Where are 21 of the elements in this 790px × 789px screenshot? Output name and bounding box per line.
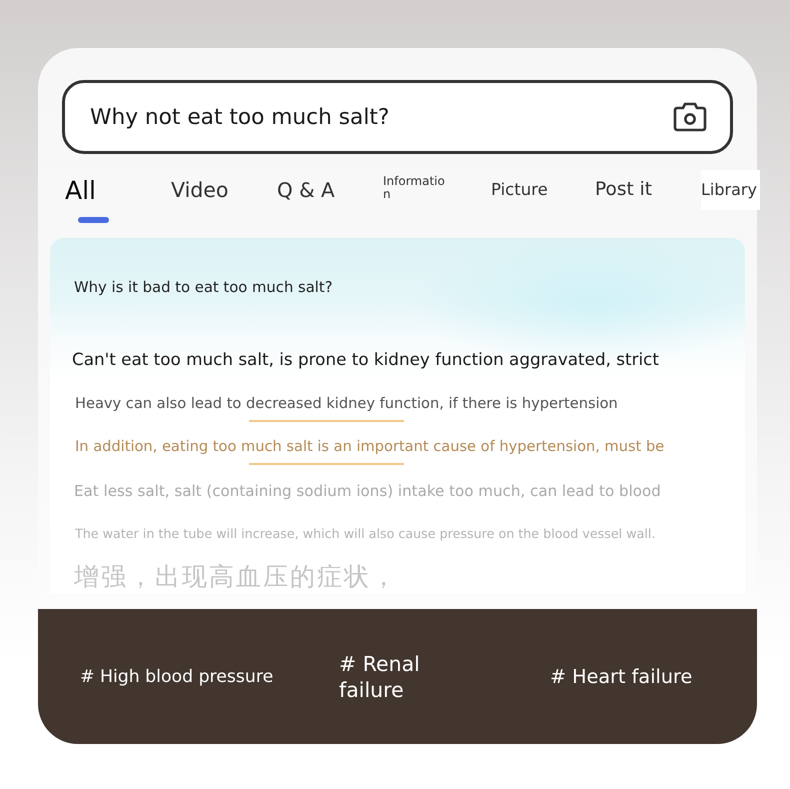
search-query: Why not eat too much salt? <box>90 104 390 130</box>
tab[interactable]: Video <box>171 170 228 210</box>
tab[interactable]: Information <box>383 170 448 210</box>
hashtag-link[interactable]: # Renal failure <box>339 650 434 702</box>
camera-icon[interactable] <box>672 101 708 133</box>
answer-line: In addition, eating too much salt is an important cause of hypertension, must be <box>75 437 664 457</box>
tab[interactable]: Post it <box>595 170 652 210</box>
answer-line: The water in the tube will increase, which will also cause pressure on the blood vessel wall. <box>75 525 656 543</box>
tab[interactable]: Library <box>701 170 760 210</box>
answer-question: Why is it bad to eat too much salt? <box>74 278 333 298</box>
answer-line: Eat less salt, salt (containing sodium ions) intake too much, can lead to blood <box>74 481 661 502</box>
answer-line: Heavy can also lead to decreased kidney function, if there is hypertension <box>75 394 618 414</box>
tab[interactable]: Picture <box>491 170 548 210</box>
answer-line: Can't eat too much salt, is prone to kidney function aggravated, strict <box>72 348 659 371</box>
answer-line: 增强，出现高血压的症状， <box>74 562 398 592</box>
hashtag-link[interactable]: # High blood pressure <box>80 666 274 686</box>
tab[interactable]: All <box>65 170 96 210</box>
search-field[interactable]: Why not eat too much salt? <box>62 80 733 154</box>
tab[interactable]: Q & A <box>277 170 335 210</box>
hashtag-link[interactable]: # Heart failure <box>550 665 692 688</box>
active-tab-indicator <box>78 217 109 223</box>
